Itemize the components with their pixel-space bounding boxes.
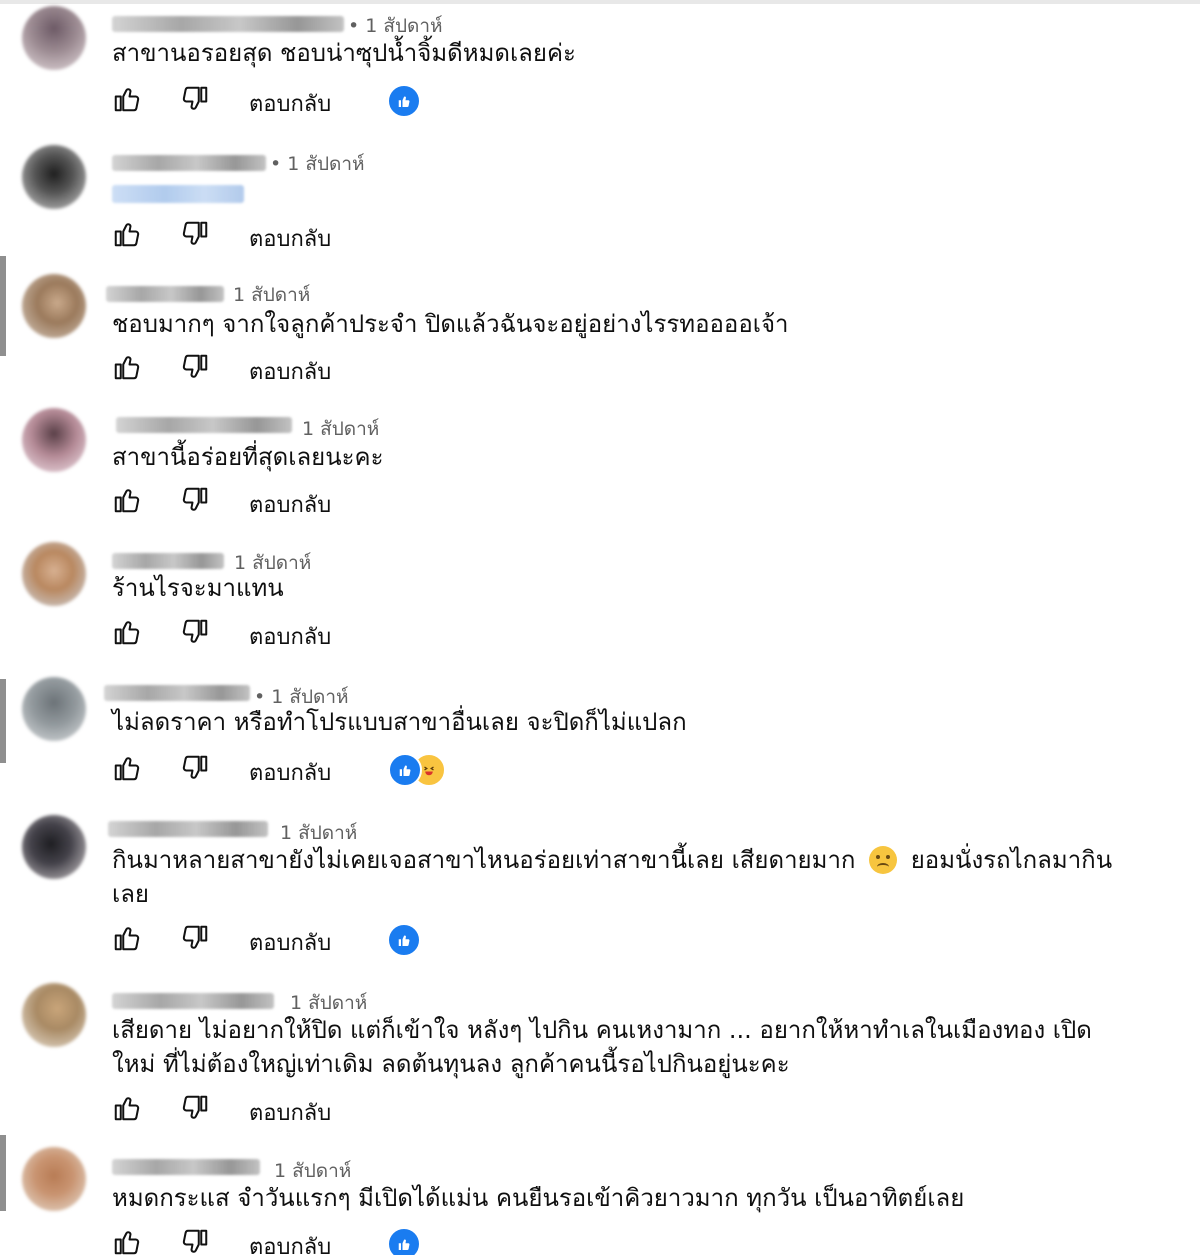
comment-text: เสียดาย ไม่อยากให้ปิด แต่ก็เข้าใจ หลังๆ … bbox=[112, 1016, 1092, 1078]
comment-text-blurred bbox=[112, 185, 244, 203]
comment-actions: ตอบกลับ bbox=[112, 84, 512, 124]
avatar[interactable] bbox=[22, 6, 86, 70]
avatar[interactable] bbox=[22, 408, 86, 472]
reply-button[interactable]: ตอบกลับ bbox=[249, 619, 331, 654]
like-reaction-icon[interactable] bbox=[387, 84, 421, 118]
comment-text: สาขานอรอยสุด ชอบน่าซุปน้ำจิ้มดีหมดเลยค่ะ bbox=[112, 39, 576, 67]
selected-comment-bar bbox=[0, 679, 6, 763]
thumb-down-icon[interactable] bbox=[180, 1227, 212, 1255]
thumb-up-icon[interactable] bbox=[112, 84, 144, 118]
comment-actions: ตอบกลับ bbox=[112, 923, 512, 963]
comment-actions: ตอบกลับ bbox=[112, 352, 512, 392]
comment-text: หมดกระแส จำวันแรกๆ มีเปิดได้แม่น คนยืนรอ… bbox=[112, 1184, 965, 1212]
reply-button[interactable]: ตอบกลับ bbox=[249, 354, 331, 389]
comment-actions: ตอบกลับ bbox=[112, 1093, 512, 1133]
comment-item: 1 สัปดาห์ ร้านไรจะมาแทน ตอบกลับ bbox=[0, 537, 1200, 671]
comment-timestamp: • 1 สัปดาห์ bbox=[270, 153, 365, 175]
thumb-up-icon[interactable] bbox=[112, 753, 144, 787]
thumb-down-icon[interactable] bbox=[180, 84, 212, 118]
author-name-blurred[interactable] bbox=[106, 286, 224, 302]
author-name-blurred[interactable] bbox=[116, 417, 292, 433]
author-name-blurred[interactable] bbox=[112, 553, 224, 569]
author-name-blurred[interactable] bbox=[112, 993, 274, 1009]
comment-text: ไม่ลดราคา หรือทำโปรแบบสาขาอื่นเลย จะปิดก… bbox=[112, 708, 687, 736]
selected-comment-bar bbox=[0, 256, 6, 356]
comment-item: • 1 สัปดาห์ ตอบกลับ bbox=[0, 135, 1200, 270]
thumb-down-icon[interactable] bbox=[180, 753, 212, 787]
thumb-up-icon[interactable] bbox=[112, 617, 144, 651]
comment-timestamp: 1 สัปดาห์ bbox=[233, 284, 311, 306]
reply-button[interactable]: ตอบกลับ bbox=[249, 1229, 331, 1255]
author-name-blurred[interactable] bbox=[112, 155, 266, 171]
comment-text-part: กินมาหลายสาขายังไม่เคยเจอสาขาไหนอร่อยเท่… bbox=[112, 846, 856, 874]
avatar[interactable] bbox=[22, 1147, 86, 1211]
comment-item: • 1 สัปดาห์ สาขานอรอยสุด ชอบน่าซุปน้ำจิ้… bbox=[0, 0, 1200, 135]
thumb-up-icon[interactable] bbox=[112, 1093, 144, 1127]
comment-actions: ตอบกลับ bbox=[112, 617, 512, 657]
thumb-down-icon[interactable] bbox=[180, 352, 212, 386]
like-reaction-icon[interactable] bbox=[387, 923, 421, 957]
thumb-down-icon[interactable] bbox=[180, 617, 212, 651]
comment-actions: ตอบกลับ bbox=[112, 1227, 512, 1255]
comment-item: 1 สัปดาห์ หมดกระแส จำวันแรกๆ มีเปิดได้แม… bbox=[0, 1135, 1200, 1255]
author-name-blurred[interactable] bbox=[112, 1159, 260, 1175]
thumb-up-icon[interactable] bbox=[112, 923, 144, 957]
author-name-blurred[interactable] bbox=[112, 16, 344, 32]
comment-text: ชอบมากๆ จากใจลูกค้าประจำ ปิดแล้วฉันจะอยู… bbox=[112, 310, 789, 338]
reply-button[interactable]: ตอบกลับ bbox=[249, 925, 331, 960]
comment-text: ร้านไรจะมาแทน bbox=[112, 574, 284, 602]
avatar[interactable] bbox=[22, 677, 86, 741]
author-name-blurred[interactable] bbox=[104, 685, 250, 701]
author-name-blurred[interactable] bbox=[108, 821, 268, 837]
sad-face-icon bbox=[869, 846, 898, 874]
thumb-up-icon[interactable] bbox=[112, 485, 144, 519]
like-reaction-icon[interactable] bbox=[388, 753, 422, 787]
avatar[interactable] bbox=[22, 145, 86, 209]
comment-item: 1 สัปดาห์ กินมาหลายสาขายังไม่เคยเจอสาขาไ… bbox=[0, 805, 1200, 975]
avatar[interactable] bbox=[22, 274, 86, 338]
avatar[interactable] bbox=[22, 815, 86, 879]
comment-text: สาขานี้อร่อยที่สุดเลยนะคะ bbox=[112, 443, 384, 471]
thumb-down-icon[interactable] bbox=[180, 485, 212, 519]
thumb-down-icon[interactable] bbox=[180, 219, 212, 253]
comment-item: 1 สัปดาห์ ชอบมากๆ จากใจลูกค้าประจำ ปิดแล… bbox=[0, 256, 1200, 403]
comment-item: 1 สัปดาห์ สาขานี้อร่อยที่สุดเลยนะคะ ตอบก… bbox=[0, 403, 1200, 537]
thumb-up-icon[interactable] bbox=[112, 219, 144, 253]
thumb-up-icon[interactable] bbox=[112, 352, 144, 386]
comment-thread: • 1 สัปดาห์ สาขานอรอยสุด ชอบน่าซุปน้ำจิ้… bbox=[0, 0, 1200, 1255]
avatar[interactable] bbox=[22, 542, 86, 606]
selected-comment-bar bbox=[0, 1135, 6, 1211]
thumb-down-icon[interactable] bbox=[180, 923, 212, 957]
comment-item: • 1 สัปดาห์ ไม่ลดราคา หรือทำโปรแบบสาขาอื… bbox=[0, 671, 1200, 805]
thumb-up-icon[interactable] bbox=[112, 1227, 144, 1255]
thumb-down-icon[interactable] bbox=[180, 1093, 212, 1127]
reply-button[interactable]: ตอบกลับ bbox=[249, 86, 331, 121]
comment-text: กินมาหลายสาขายังไม่เคยเจอสาขาไหนอร่อยเท่… bbox=[112, 843, 1122, 911]
reply-button[interactable]: ตอบกลับ bbox=[249, 1095, 331, 1130]
reply-button[interactable]: ตอบกลับ bbox=[249, 221, 331, 256]
avatar[interactable] bbox=[22, 983, 86, 1047]
reply-button[interactable]: ตอบกลับ bbox=[249, 487, 331, 522]
comment-actions: ตอบกลับ bbox=[112, 219, 512, 259]
like-reaction-icon[interactable] bbox=[387, 1227, 421, 1255]
comment-actions: ตอบกลับ bbox=[112, 485, 512, 525]
comment-item: 1 สัปดาห์ เสียดาย ไม่อยากให้ปิด แต่ก็เข้… bbox=[0, 975, 1200, 1135]
comment-actions: ตอบกลับ bbox=[112, 753, 512, 793]
reply-button[interactable]: ตอบกลับ bbox=[249, 755, 331, 790]
